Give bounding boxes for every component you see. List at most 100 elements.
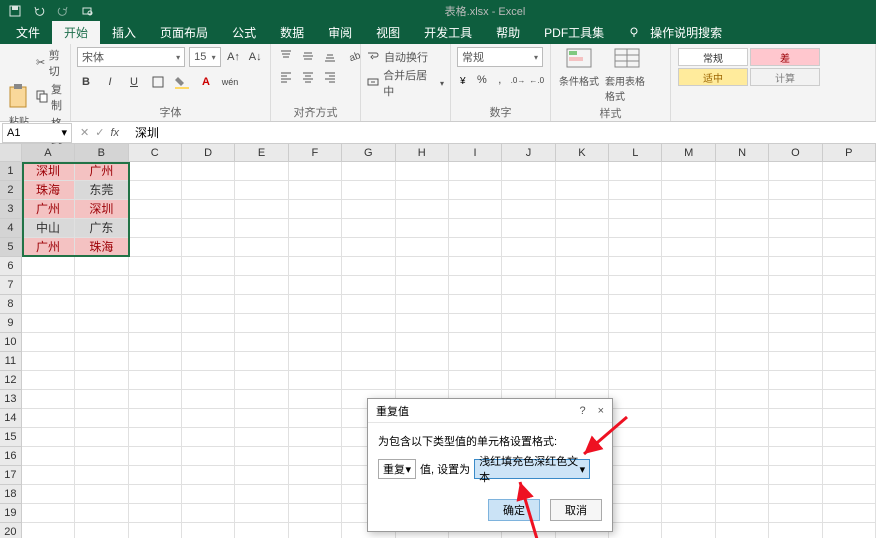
cell[interactable]	[609, 352, 662, 371]
cell[interactable]	[823, 390, 876, 409]
cell[interactable]	[235, 181, 288, 200]
cell[interactable]	[182, 314, 235, 333]
cell[interactable]	[235, 162, 288, 181]
cell[interactable]	[342, 314, 395, 333]
cell[interactable]	[342, 181, 395, 200]
cell[interactable]	[129, 390, 182, 409]
align-bottom-button[interactable]	[321, 47, 339, 65]
cell[interactable]	[502, 238, 555, 257]
cell[interactable]	[396, 371, 449, 390]
number-format-combo[interactable]: 常规▾	[457, 47, 543, 67]
cell[interactable]	[289, 219, 342, 238]
cell[interactable]	[609, 409, 662, 428]
cell[interactable]	[662, 523, 715, 538]
cell[interactable]	[396, 219, 449, 238]
cell[interactable]	[182, 428, 235, 447]
cell[interactable]	[396, 352, 449, 371]
cell[interactable]	[182, 485, 235, 504]
align-middle-button[interactable]	[299, 47, 317, 65]
cell[interactable]	[129, 238, 182, 257]
duplicate-type-combo[interactable]: 重复▾	[378, 459, 416, 479]
wrap-text-button[interactable]: 自动换行	[367, 49, 444, 65]
cell[interactable]	[182, 352, 235, 371]
cell[interactable]	[502, 352, 555, 371]
cell[interactable]	[556, 371, 609, 390]
cell[interactable]	[342, 295, 395, 314]
currency-button[interactable]: ¥	[457, 71, 471, 89]
merge-center-button[interactable]: 合并后居中▾	[367, 67, 444, 99]
cell[interactable]	[449, 352, 502, 371]
cell[interactable]	[556, 333, 609, 352]
col-header-N[interactable]: N	[716, 144, 769, 161]
row-header[interactable]: 18	[0, 485, 22, 504]
cell[interactable]	[769, 447, 822, 466]
cell[interactable]	[182, 371, 235, 390]
cell[interactable]	[662, 162, 715, 181]
cell[interactable]	[449, 314, 502, 333]
redo-icon[interactable]	[56, 4, 70, 18]
name-box[interactable]: A1▾	[2, 123, 72, 143]
cell[interactable]	[22, 390, 75, 409]
cell[interactable]	[662, 219, 715, 238]
cell[interactable]	[129, 257, 182, 276]
cell[interactable]	[662, 257, 715, 276]
cell[interactable]	[716, 181, 769, 200]
cell[interactable]	[662, 371, 715, 390]
cell[interactable]	[182, 447, 235, 466]
cell[interactable]: 广州	[22, 238, 75, 257]
cell[interactable]	[556, 181, 609, 200]
cell[interactable]	[396, 333, 449, 352]
cell[interactable]	[129, 409, 182, 428]
cell[interactable]	[823, 523, 876, 538]
enter-formula-icon[interactable]: ✓	[95, 126, 104, 139]
cell[interactable]	[289, 333, 342, 352]
cell[interactable]	[75, 276, 128, 295]
cell[interactable]	[22, 485, 75, 504]
cell[interactable]	[289, 485, 342, 504]
tab-dev[interactable]: 开发工具	[412, 21, 484, 44]
cell[interactable]	[129, 485, 182, 504]
cell[interactable]	[75, 257, 128, 276]
cell[interactable]	[716, 257, 769, 276]
cell[interactable]	[396, 257, 449, 276]
col-header-A[interactable]: A	[22, 144, 75, 161]
cell[interactable]	[556, 200, 609, 219]
cell[interactable]	[129, 314, 182, 333]
tab-insert[interactable]: 插入	[100, 21, 148, 44]
row-header[interactable]: 1	[0, 162, 22, 181]
cell[interactable]	[556, 219, 609, 238]
comma-button[interactable]: ,	[493, 71, 507, 89]
cell[interactable]	[556, 352, 609, 371]
cell[interactable]: 深圳	[22, 162, 75, 181]
cell[interactable]	[342, 352, 395, 371]
cell[interactable]	[22, 409, 75, 428]
col-header-D[interactable]: D	[182, 144, 235, 161]
bold-button[interactable]: B	[77, 73, 95, 91]
cell[interactable]	[823, 200, 876, 219]
cell[interactable]: 深圳	[75, 200, 128, 219]
cell[interactable]	[662, 238, 715, 257]
cell[interactable]	[662, 428, 715, 447]
cell[interactable]	[502, 295, 555, 314]
cell[interactable]	[396, 181, 449, 200]
help-icon[interactable]: ?	[579, 405, 585, 417]
cell[interactable]	[502, 371, 555, 390]
col-header-O[interactable]: O	[769, 144, 822, 161]
row-header[interactable]: 6	[0, 257, 22, 276]
cell[interactable]	[823, 504, 876, 523]
cell[interactable]	[289, 390, 342, 409]
cell[interactable]	[22, 314, 75, 333]
cell[interactable]	[342, 333, 395, 352]
cell[interactable]	[609, 295, 662, 314]
tab-file[interactable]: 文件	[4, 21, 52, 44]
cell[interactable]	[342, 162, 395, 181]
cell[interactable]	[75, 504, 128, 523]
cell[interactable]	[75, 428, 128, 447]
col-header-K[interactable]: K	[556, 144, 609, 161]
print-preview-icon[interactable]	[80, 4, 94, 18]
tab-formula[interactable]: 公式	[220, 21, 268, 44]
row-header[interactable]: 19	[0, 504, 22, 523]
cell[interactable]	[769, 390, 822, 409]
row-header[interactable]: 17	[0, 466, 22, 485]
percent-button[interactable]: %	[475, 71, 489, 89]
